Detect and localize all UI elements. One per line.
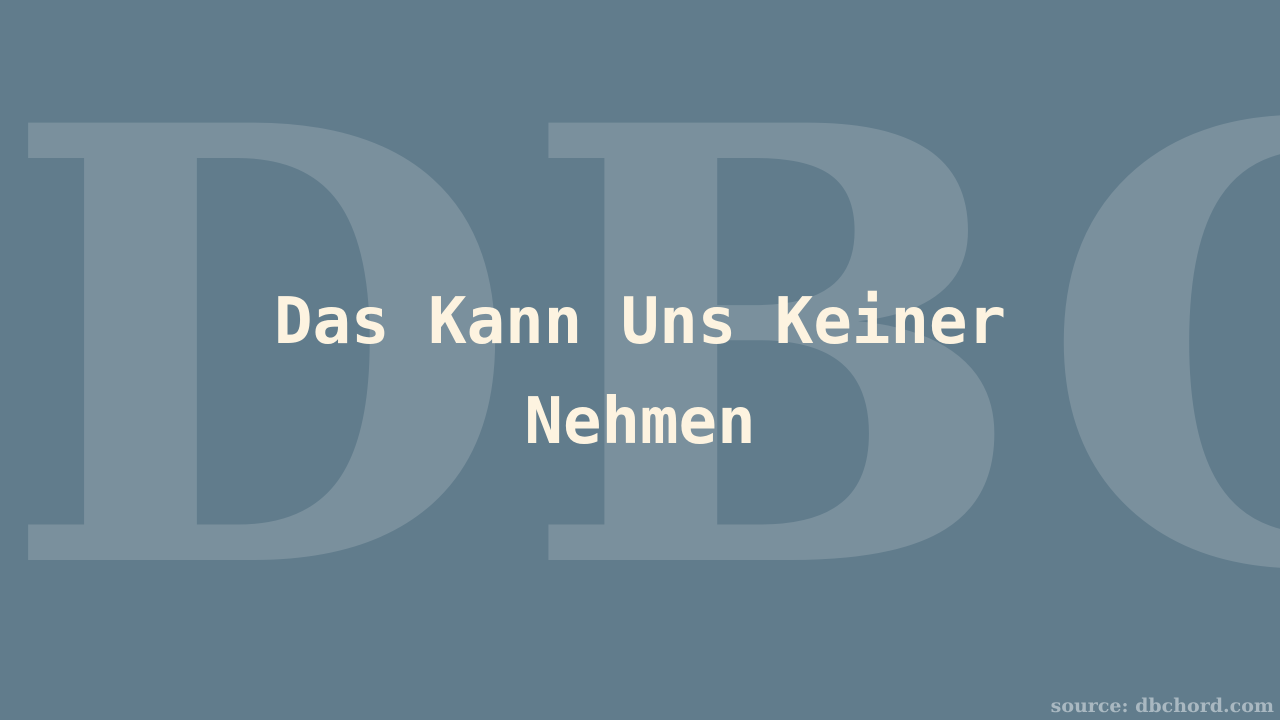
source-credit: source: dbchord.com [1050,695,1274,717]
song-title: Das Kann Uns Keiner Nehmen [273,285,1007,459]
title-card: DBC Das Kann Uns Keiner Nehmen source: d… [0,0,1280,720]
